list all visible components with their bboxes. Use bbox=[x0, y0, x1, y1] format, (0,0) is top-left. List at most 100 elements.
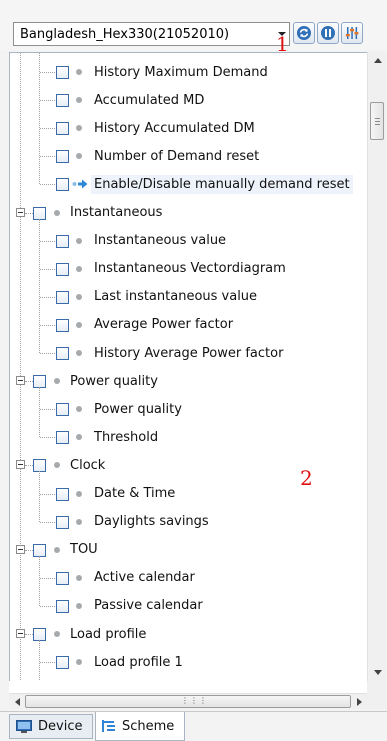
tree-checkbox[interactable] bbox=[56, 66, 69, 79]
collapse-toggle-icon[interactable] bbox=[16, 460, 25, 470]
tree-leaf-node[interactable]: Passive calendar bbox=[10, 592, 368, 620]
tree-group-node[interactable]: Clock bbox=[10, 451, 368, 479]
tree-group-node[interactable]: Power quality bbox=[10, 367, 368, 395]
tree-node-label: Power quality bbox=[70, 373, 158, 389]
collapse-toggle-icon[interactable] bbox=[16, 544, 25, 554]
horizontal-scroll-thumb[interactable]: ⋮⋮⋮ bbox=[25, 695, 351, 708]
tree-group-node[interactable]: TOU bbox=[10, 536, 368, 564]
scheme-window: Bangladesh_Hex330(21052010) 1 History Ma… bbox=[0, 0, 387, 741]
scroll-up-arrow-icon[interactable] bbox=[368, 52, 387, 69]
tree-leaf-node[interactable]: Instantaneous value bbox=[10, 227, 368, 255]
tree-node-label: Instantaneous bbox=[70, 205, 163, 220]
settings-button[interactable] bbox=[341, 22, 363, 44]
tree-leaf-node[interactable]: Threshold bbox=[10, 423, 368, 451]
bullet-icon bbox=[76, 293, 82, 300]
scroll-right-arrow-icon[interactable] bbox=[351, 694, 367, 709]
tree-leaf-node[interactable]: Number of Demand reset bbox=[10, 142, 368, 170]
vertical-scrollbar[interactable] bbox=[367, 52, 387, 681]
tab-scheme-label: Scheme bbox=[122, 718, 175, 734]
tree-checkbox[interactable] bbox=[33, 543, 46, 557]
tree-checkbox[interactable] bbox=[56, 150, 69, 164]
bullet-icon bbox=[76, 153, 82, 160]
tree-leaf-node[interactable]: Last instantaneous value bbox=[10, 283, 368, 311]
tree-leaf-node[interactable]: Active calendar bbox=[10, 564, 368, 592]
bullet-icon bbox=[76, 406, 82, 413]
tree-leaf-node[interactable]: Average Power factor bbox=[10, 311, 368, 339]
bullet-icon bbox=[76, 265, 82, 272]
bullet-icon bbox=[76, 574, 82, 581]
tree-checkbox[interactable] bbox=[56, 290, 69, 304]
bullet-icon bbox=[76, 490, 82, 497]
bullet-icon bbox=[54, 631, 60, 637]
tree-node-label: Instantaneous Vectordiagram bbox=[94, 261, 286, 277]
tab-scheme[interactable]: Scheme bbox=[95, 712, 185, 741]
tree-checkbox[interactable] bbox=[56, 403, 69, 417]
tree-leaf-node[interactable]: Daylights savings bbox=[10, 508, 368, 536]
grip-icon: ⋮⋮⋮ bbox=[181, 696, 208, 705]
tree-leaf-node[interactable]: Enable/Disable manually demand reset bbox=[10, 170, 368, 198]
tree-leaf-node[interactable]: History Accumulated DM bbox=[10, 114, 368, 142]
scheme-tree: History Maximum Demand Accumulated MD Hist… bbox=[9, 52, 368, 682]
tree-node-label: History Maximum Demand bbox=[94, 64, 268, 80]
scroll-left-arrow-icon[interactable] bbox=[9, 694, 25, 709]
device-dropdown[interactable]: Bangladesh_Hex330(21052010) bbox=[13, 22, 290, 46]
tree-node-label: TOU bbox=[70, 542, 98, 558]
tree-checkbox[interactable] bbox=[56, 487, 69, 501]
tree-checkbox[interactable] bbox=[56, 431, 69, 445]
tree-node-label: Daylights savings bbox=[94, 514, 209, 530]
tree-leaf-node[interactable]: Power quality bbox=[10, 395, 368, 423]
device-dropdown-value: Bangladesh_Hex330(21052010) bbox=[20, 26, 230, 42]
bullet-icon bbox=[76, 434, 82, 441]
bullet-icon bbox=[76, 237, 82, 244]
bullet-icon bbox=[76, 518, 82, 525]
tree-node-label: Number of Demand reset bbox=[94, 148, 260, 164]
tree-checkbox[interactable] bbox=[56, 599, 69, 613]
tree-node-label: Enable/Disable manually demand reset bbox=[91, 174, 353, 194]
tree-node-label: History Average Power factor bbox=[94, 345, 284, 361]
horizontal-scrollbar[interactable]: ⋮⋮⋮ bbox=[9, 693, 367, 709]
tree-checkbox[interactable] bbox=[56, 262, 69, 276]
tree-checkbox[interactable] bbox=[56, 178, 69, 192]
device-icon bbox=[16, 719, 32, 734]
tree-group-node[interactable]: Load profile bbox=[10, 620, 368, 648]
connect-icon bbox=[321, 26, 335, 40]
tree-leaf-node[interactable]: Load profile 1 bbox=[10, 648, 368, 676]
tree-checkbox[interactable] bbox=[56, 571, 69, 585]
tree-node-label: Average Power factor bbox=[94, 317, 234, 333]
arrow-right-icon bbox=[72, 179, 88, 189]
tree-checkbox[interactable] bbox=[56, 234, 69, 248]
tree-checkbox[interactable] bbox=[56, 94, 69, 108]
bullet-icon bbox=[76, 321, 82, 328]
tree-node-label: Accumulated MD bbox=[94, 92, 205, 108]
collapse-toggle-icon[interactable] bbox=[16, 376, 25, 386]
tree-checkbox[interactable] bbox=[56, 656, 69, 670]
tree-checkbox[interactable] bbox=[56, 122, 69, 136]
tree-node-label: Instantaneous value bbox=[94, 233, 227, 249]
tree-leaf-node[interactable]: History Maximum Demand bbox=[10, 58, 368, 86]
tree-leaf-node[interactable]: Accumulated MD bbox=[10, 86, 368, 114]
refresh-icon bbox=[297, 26, 311, 40]
tab-device[interactable]: Device bbox=[9, 714, 93, 739]
tree-checkbox[interactable] bbox=[56, 347, 69, 360]
tree-checkbox[interactable] bbox=[56, 515, 69, 529]
tree-leaf-node[interactable]: History Average Power factor bbox=[10, 339, 368, 367]
bottom-tabs: Device Scheme bbox=[0, 711, 387, 741]
vertical-scroll-thumb[interactable] bbox=[370, 102, 384, 140]
collapse-toggle-icon[interactable] bbox=[16, 629, 25, 638]
annotation-marker-2: 2 bbox=[300, 466, 313, 490]
tree-node-label: History Accumulated DM bbox=[94, 120, 255, 136]
tree-checkbox[interactable] bbox=[33, 206, 46, 220]
tree-leaf-node[interactable]: Instantaneous Vectordiagram bbox=[10, 255, 368, 283]
tree-node-label: Active calendar bbox=[94, 570, 195, 586]
tree-checkbox[interactable] bbox=[56, 318, 69, 332]
tree-node-label: Date & Time bbox=[94, 486, 176, 501]
tree-node-label: Power quality bbox=[94, 401, 182, 417]
tree-node-label: Passive calendar bbox=[94, 598, 203, 614]
connect-button[interactable] bbox=[317, 22, 339, 44]
refresh-button[interactable] bbox=[293, 22, 315, 44]
collapse-toggle-icon[interactable] bbox=[16, 207, 25, 217]
tree-group-node[interactable]: Instantaneous bbox=[10, 199, 368, 227]
scroll-down-arrow-icon[interactable] bbox=[368, 664, 387, 681]
tree-leaf-node[interactable]: Date & Time bbox=[10, 480, 368, 508]
tab-device-label: Device bbox=[38, 719, 83, 734]
